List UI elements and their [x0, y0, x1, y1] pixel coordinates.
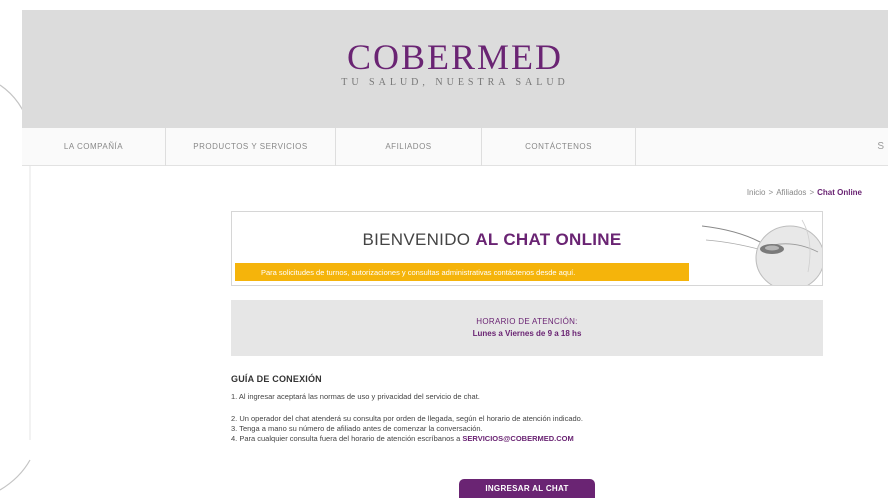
enter-chat-button[interactable]: INGRESAR AL CHAT — [459, 479, 595, 498]
guide-item: 2. Un operador del chat atenderá su cons… — [231, 414, 583, 423]
main-nav: LA COMPAÑÍA PRODUCTOS Y SERVICIOS AFILIA… — [22, 127, 888, 166]
nav-item-afiliados[interactable]: AFILIADOS — [336, 127, 482, 166]
site-header: COBERMED TU SALUD, NUESTRA SALUD — [22, 10, 888, 128]
guide-title: GUÍA DE CONEXIÓN — [231, 374, 322, 384]
breadcrumb-current: Chat Online — [817, 188, 862, 197]
nav-item-la-compania[interactable]: LA COMPAÑÍA — [22, 127, 166, 166]
connection-guide: GUÍA DE CONEXIÓN 1. Al ingresar aceptará… — [231, 374, 831, 444]
guide-item-contact: 4. Para cualquier consulta fuera del hor… — [231, 434, 831, 444]
hours-title: HORARIO DE ATENCIÓN: — [476, 317, 578, 326]
cobermed-logo[interactable]: COBERMED TU SALUD, NUESTRA SALUD — [22, 38, 888, 88]
nav-item-productos-servicios[interactable]: PRODUCTOS Y SERVICIOS — [166, 127, 336, 166]
welcome-banner: BIENVENIDO AL CHAT ONLINE Para solicitud… — [231, 211, 823, 286]
guide-item: 3. Tenga a mano su número de afiliado an… — [231, 424, 483, 433]
breadcrumb: Inicio > Afiliados > Chat Online — [747, 188, 862, 197]
nav-item-contactenos[interactable]: CONTÁCTENOS — [482, 127, 636, 166]
breadcrumb-afiliados[interactable]: Afiliados — [776, 188, 806, 197]
contact-email-link[interactable]: SERVICIOS@COBERMED.COM — [462, 434, 573, 443]
breadcrumb-separator: > — [809, 188, 815, 197]
welcome-title-bold: AL CHAT ONLINE — [475, 230, 622, 249]
welcome-title-prefix: BIENVENIDO — [362, 230, 471, 249]
hours-value: Lunes a Viernes de 9 a 18 hs — [472, 329, 582, 338]
guide-item: 1. Al ingresar aceptará las normas de us… — [231, 392, 480, 401]
office-hours-box: HORARIO DE ATENCIÓN: Lunes a Viernes de … — [231, 300, 823, 356]
guide-item-text: 4. Para cualquier consulta fuera del hor… — [231, 434, 461, 443]
logo-tagline: TU SALUD, NUESTRA SALUD — [341, 77, 569, 88]
welcome-title: BIENVENIDO AL CHAT ONLINE — [232, 230, 752, 250]
nav-search-toggle[interactable]: S — [877, 141, 888, 152]
breadcrumb-inicio[interactable]: Inicio — [747, 188, 766, 197]
logo-name: COBERMED — [346, 37, 564, 77]
welcome-info-bar: Para solicitudes de turnos, autorizacion… — [235, 263, 689, 281]
breadcrumb-separator: > — [768, 188, 774, 197]
computer-mouse-icon — [702, 219, 822, 285]
